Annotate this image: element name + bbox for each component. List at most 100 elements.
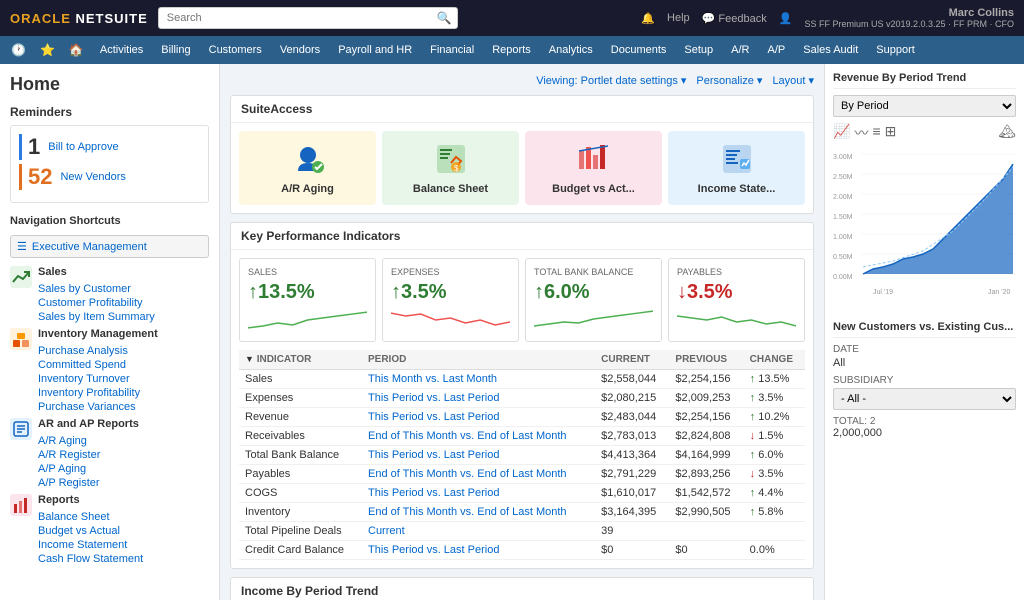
purchase-analysis[interactable]: Purchase Analysis <box>38 344 158 358</box>
current-cell: $2,080,215 <box>595 389 669 408</box>
nav-setup[interactable]: Setup <box>676 40 721 60</box>
amount-value: 2,000,000 <box>833 427 1016 439</box>
viewing-portlet-link[interactable]: Viewing: Portlet date settings ▾ <box>536 74 686 87</box>
sales-by-item-summary[interactable]: Sales by Item Summary <box>38 310 155 324</box>
current-cell: 39 <box>595 522 669 541</box>
nav-ap[interactable]: A/P <box>760 40 794 60</box>
nav-activities[interactable]: Activities <box>92 40 151 60</box>
nav-ar[interactable]: A/R <box>723 40 757 60</box>
bell-icon[interactable]: 🔔 <box>641 12 655 25</box>
nav-billing[interactable]: Billing <box>153 40 198 60</box>
period-cell[interactable]: End of This Month vs. End of Last Month <box>362 465 595 484</box>
balance-sheet-link[interactable]: Balance Sheet <box>38 510 143 524</box>
nav-reports[interactable]: Reports <box>484 40 539 60</box>
indicator-cell: Receivables <box>239 427 362 446</box>
personalize-link[interactable]: Personalize ▾ <box>696 74 762 87</box>
layout-link[interactable]: Layout ▾ <box>772 74 814 87</box>
reminders-box: 1 Bill to Approve 52 New Vendors <box>10 125 209 203</box>
chart-bar-icon[interactable]: ≡ <box>872 123 880 143</box>
nav-financial[interactable]: Financial <box>422 40 482 60</box>
exec-mgmt-button[interactable]: ☰ Executive Management <box>10 235 209 258</box>
period-cell[interactable]: Current <box>362 522 595 541</box>
period-cell[interactable]: This Period vs. Last Period <box>362 389 595 408</box>
nav-customers[interactable]: Customers <box>201 40 270 60</box>
inventory-turnover[interactable]: Inventory Turnover <box>38 372 158 386</box>
suite-card-budget[interactable]: Budget vs Act... <box>525 131 662 205</box>
reminders-title: Reminders <box>10 105 209 119</box>
subsidiary-select[interactable]: - All - <box>833 388 1016 410</box>
previous-cell <box>669 522 743 541</box>
home-icon[interactable]: 🏠 <box>63 39 90 61</box>
user-role: SS FF Premium US v2019.2.0.3.25 · FF PRM… <box>804 19 1014 29</box>
chart-line-icon[interactable]: 📈 <box>833 123 850 143</box>
user-name: Marc Collins <box>949 7 1014 19</box>
suite-card-income[interactable]: Income State... <box>668 131 805 205</box>
income-statement-link[interactable]: Income Statement <box>38 538 143 552</box>
suite-card-balance-sheet[interactable]: $ Balance Sheet <box>382 131 519 205</box>
reminder-bill-label[interactable]: Bill to Approve <box>48 141 118 153</box>
svg-text:Jul '19: Jul '19 <box>873 289 893 296</box>
customer-profitability[interactable]: Customer Profitability <box>38 296 155 310</box>
cash-flow-link[interactable]: Cash Flow Statement <box>38 552 143 566</box>
period-cell[interactable]: End of This Month vs. End of Last Month <box>362 427 595 446</box>
feedback-link[interactable]: 💬 Feedback <box>702 12 767 25</box>
sales-by-customer[interactable]: Sales by Customer <box>38 282 155 296</box>
nav-vendors[interactable]: Vendors <box>272 40 328 60</box>
committed-spend[interactable]: Committed Spend <box>38 358 158 372</box>
reminder-bill: 1 Bill to Approve <box>19 134 200 160</box>
purchase-variances[interactable]: Purchase Variances <box>38 400 158 414</box>
ar-register[interactable]: A/R Register <box>38 448 139 462</box>
indicator-cell: Sales <box>239 370 362 389</box>
nav-documents[interactable]: Documents <box>603 40 675 60</box>
kpi-card-payables: PAYABLES ↓3.5% <box>668 258 805 342</box>
indicator-cell: Revenue <box>239 408 362 427</box>
period-cell[interactable]: This Period vs. Last Period <box>362 408 595 427</box>
favorites-icon[interactable]: ⭐ <box>34 39 61 61</box>
period-cell[interactable]: This Month vs. Last Month <box>362 370 595 389</box>
period-cell[interactable]: This Period vs. Last Period <box>362 541 595 560</box>
current-cell: $2,558,044 <box>595 370 669 389</box>
previous-cell: $4,164,999 <box>669 446 743 465</box>
suite-card-ar-aging[interactable]: A/R Aging <box>239 131 376 205</box>
chart-wave-icon[interactable]: 〰 <box>854 123 868 143</box>
kpi-card-sales: SALES ↑13.5% <box>239 258 376 342</box>
current-cell: $2,483,044 <box>595 408 669 427</box>
ap-aging[interactable]: A/P Aging <box>38 462 139 476</box>
reminder-vendors-label[interactable]: New Vendors <box>60 171 125 183</box>
nav-support[interactable]: Support <box>868 40 923 60</box>
nav-sales-audit[interactable]: Sales Audit <box>795 40 866 60</box>
nav-payroll[interactable]: Payroll and HR <box>330 40 420 60</box>
shortcut-ar-ap-group: AR and AP Reports A/R Aging A/R Register… <box>10 418 209 490</box>
suite-access-body: A/R Aging $ Balance Sheet <box>231 123 813 213</box>
previous-cell: $2,990,505 <box>669 503 743 522</box>
user-info: Marc Collins SS FF Premium US v2019.2.0.… <box>804 7 1014 29</box>
chart-type-icon[interactable]: ⊞ <box>885 123 897 143</box>
nav-bar: 🕐 ⭐ 🏠 Activities Billing Customers Vendo… <box>0 36 1024 64</box>
th-current: CURRENT <box>595 350 669 370</box>
chart-area-icon[interactable]: 🏔 <box>998 123 1016 143</box>
suite-card-budget-label: Budget vs Act... <box>552 183 635 195</box>
inventory-profitability[interactable]: Inventory Profitability <box>38 386 158 400</box>
period-cell[interactable]: This Period vs. Last Period <box>362 446 595 465</box>
table-row: Payables End of This Month vs. End of La… <box>239 465 805 484</box>
ap-register[interactable]: A/P Register <box>38 476 139 490</box>
current-cell: $4,413,364 <box>595 446 669 465</box>
ar-aging[interactable]: A/R Aging <box>38 434 139 448</box>
previous-cell: $2,824,808 <box>669 427 743 446</box>
search-input[interactable] <box>158 7 458 29</box>
date-field-value: All <box>833 357 1016 369</box>
nav-analytics[interactable]: Analytics <box>541 40 601 60</box>
help-link[interactable]: Help <box>667 12 690 24</box>
th-indicator: ▼ INDICATOR <box>239 350 362 370</box>
period-select[interactable]: By Period <box>833 95 1016 117</box>
chart-controls: 📈 〰 ≡ ⊞ 🏔 <box>833 123 1016 143</box>
period-cell[interactable]: End of This Month vs. End of Last Month <box>362 503 595 522</box>
kpi-label-expenses: EXPENSES <box>391 267 510 277</box>
budget-vs-actual-link[interactable]: Budget vs Actual <box>38 524 143 538</box>
period-cell[interactable]: This Period vs. Last Period <box>362 484 595 503</box>
table-row: Total Bank Balance This Period vs. Last … <box>239 446 805 465</box>
income-icon <box>719 141 755 177</box>
recent-icon[interactable]: 🕐 <box>5 39 32 61</box>
table-row: Inventory End of This Month vs. End of L… <box>239 503 805 522</box>
indicator-cell: Inventory <box>239 503 362 522</box>
